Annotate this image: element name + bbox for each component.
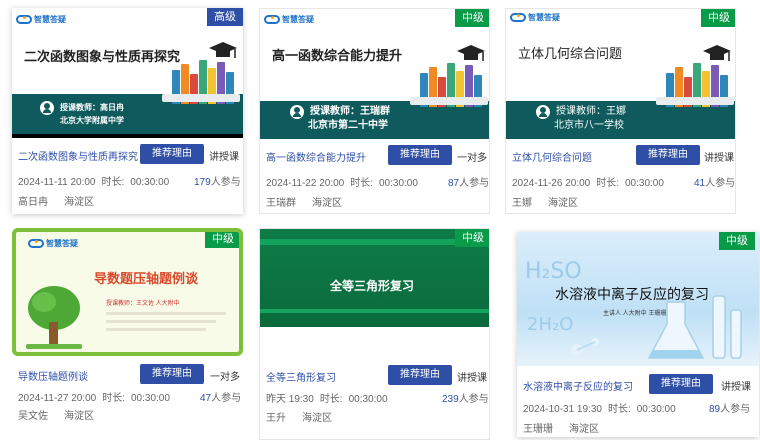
- recommend-reason-button[interactable]: 推荐理由: [140, 144, 204, 164]
- course-type: 讲授课: [721, 382, 751, 393]
- slide-title: 高一函数综合能力提升: [272, 48, 403, 63]
- teacher-location: 王瑞群 海淀区: [266, 198, 342, 209]
- course-card[interactable]: 智慧答疑 二次函数图象与性质再探究 授课教师：高日冉 北京大学附属中学 高级 二…: [12, 8, 243, 214]
- course-type: 一对多: [457, 153, 487, 164]
- course-meta: 2024-11-27 20:00 时长: 00:30:00: [18, 393, 170, 404]
- course-meta: 2024-11-22 20:00 时长: 00:30:00: [266, 178, 418, 189]
- course-type: 讲授课: [704, 153, 734, 164]
- level-badge: 中级: [205, 232, 239, 248]
- user-icon: [40, 101, 54, 115]
- course-thumbnail[interactable]: 智慧答疑 导数题压轴题例谈 授课教师：王文佐 人大附中 中级: [12, 228, 243, 356]
- logo-text: 智慧答疑: [34, 15, 66, 24]
- svg-text:2H₂O: 2H₂O: [527, 314, 573, 335]
- course-card[interactable]: H₂SO 2H₂O 水溶液中离子反应的复习 主讲人 人大附中 王珊珊 中级 水溶…: [517, 232, 759, 437]
- slide-title: 全等三角形复习: [330, 279, 415, 293]
- slide-title: 立体几何综合问题: [518, 46, 623, 61]
- participant-count: 179人参与: [194, 177, 241, 188]
- logo: 智慧答疑: [264, 14, 314, 25]
- slide-teacher: 授课教师：高日冉 北京大学附属中学: [40, 101, 124, 127]
- teacher-location: 王升 海淀区: [266, 413, 332, 424]
- shelf: [162, 94, 240, 102]
- course-meta: 昨天 19:30 时长: 00:30:00: [266, 394, 388, 405]
- slide-subtitle: 主讲人 人大附中 王珊珊: [603, 311, 667, 317]
- recommend-reason-button[interactable]: 推荐理由: [649, 374, 713, 394]
- course-type: 讲授课: [209, 152, 239, 163]
- course-card[interactable]: 全等三角形复习 中级 全等三角形复习 推荐理由 讲授课 昨天 19:30 时长: 0…: [259, 228, 490, 440]
- recommend-reason-button[interactable]: 推荐理由: [388, 145, 452, 165]
- course-thumbnail[interactable]: 智慧答疑 立体几何综合问题 授课教师：王娜 北京市八一学校 中级: [506, 9, 735, 139]
- recommend-reason-button[interactable]: 推荐理由: [140, 364, 204, 384]
- logo-icon: [264, 15, 280, 24]
- user-icon: [536, 105, 550, 119]
- level-badge: 高级: [207, 8, 243, 26]
- shelf: [410, 97, 488, 105]
- course-type: 讲授课: [457, 373, 487, 384]
- slide-subtitle: 授课教师：王文佐 人大附中: [106, 301, 180, 307]
- logo-icon: [28, 239, 44, 248]
- course-title-link[interactable]: 高一函数综合能力提升: [266, 149, 366, 164]
- participant-count: 89人参与: [709, 404, 751, 415]
- course-title-link[interactable]: 立体几何综合问题: [512, 149, 592, 164]
- teacher-location: 王娜 海淀区: [512, 198, 578, 209]
- user-icon: [290, 105, 304, 119]
- graduation-cap-icon: [457, 45, 485, 61]
- level-badge: 中级: [455, 229, 489, 247]
- course-card[interactable]: 智慧答疑 立体几何综合问题 授课教师：王娜 北京市八一学校 中级 立体几何综合问…: [505, 8, 736, 214]
- participant-count: 239人参与: [442, 394, 489, 405]
- level-badge: 中级: [455, 9, 489, 27]
- course-meta: 2024-11-11 20:00 时长: 00:30:00: [18, 177, 170, 188]
- course-thumbnail[interactable]: 智慧答疑 二次函数图象与性质再探究 授课教师：高日冉 北京大学附属中学 高级: [12, 8, 243, 138]
- level-badge: 中级: [701, 9, 735, 27]
- level-badge: 中级: [719, 232, 755, 250]
- teacher-location: 吴文佐 海淀区: [18, 411, 94, 422]
- course-title-link[interactable]: 水溶液中离子反应的复习: [523, 378, 633, 393]
- participant-count: 87人参与: [448, 178, 490, 189]
- teacher-location: 王珊珊 海淀区: [523, 424, 599, 435]
- course-meta: 2024-10-31 19:30 时长: 00:30:00: [523, 404, 676, 415]
- tree-illustration: [26, 286, 82, 349]
- graduation-cap-icon: [209, 42, 237, 58]
- course-meta: 2024-11-26 20:00 时长: 00:30:00: [512, 178, 664, 189]
- course-card[interactable]: 智慧答疑 导数题压轴题例谈 授课教师：王文佐 人大附中 中级 导数压轴题例谈 推…: [12, 228, 243, 440]
- svg-text:H₂SO: H₂SO: [525, 259, 582, 284]
- participant-count: 47人参与: [200, 393, 242, 404]
- logo: 智慧答疑: [28, 238, 78, 249]
- course-card[interactable]: 智慧答疑 高一函数综合能力提升 授课教师：王瑞群 北京市第二十中学 中级 高一函…: [259, 8, 490, 214]
- course-title-link[interactable]: 二次函数图象与性质再探究: [18, 148, 138, 163]
- slide-title: 二次函数图象与性质再探究: [24, 49, 181, 64]
- slide-title: 水溶液中离子反应的复习: [555, 286, 709, 302]
- recommend-reason-button[interactable]: 推荐理由: [388, 365, 452, 385]
- logo: 智慧答疑: [510, 12, 560, 23]
- course-type: 一对多: [210, 372, 240, 383]
- logo-text: 智慧答疑: [528, 13, 560, 22]
- recommend-reason-button[interactable]: 推荐理由: [636, 145, 700, 165]
- logo-text: 智慧答疑: [46, 239, 78, 248]
- course-thumbnail[interactable]: 全等三角形复习 中级: [260, 229, 489, 327]
- participant-count: 41人参与: [694, 178, 736, 189]
- shelf: [656, 97, 734, 105]
- logo-icon: [510, 13, 526, 22]
- logo: 智慧答疑: [16, 14, 66, 25]
- logo-text: 智慧答疑: [282, 15, 314, 24]
- slide-teacher: 授课教师：王娜 北京市八一学校: [536, 105, 626, 133]
- course-thumbnail[interactable]: 智慧答疑 高一函数综合能力提升 授课教师：王瑞群 北京市第二十中学 中级: [260, 9, 489, 139]
- course-title-link[interactable]: 导数压轴题例谈: [18, 368, 88, 383]
- logo-icon: [16, 15, 32, 24]
- graduation-cap-icon: [703, 45, 731, 61]
- course-title-link[interactable]: 全等三角形复习: [266, 369, 336, 384]
- slide-teacher: 授课教师：王瑞群 北京市第二十中学: [290, 105, 390, 133]
- slide-title: 导数题压轴题例谈: [94, 271, 199, 286]
- course-thumbnail[interactable]: H₂SO 2H₂O 水溶液中离子反应的复习 主讲人 人大附中 王珊珊 中级: [517, 232, 759, 366]
- teacher-location: 高日冉 海淀区: [18, 197, 94, 208]
